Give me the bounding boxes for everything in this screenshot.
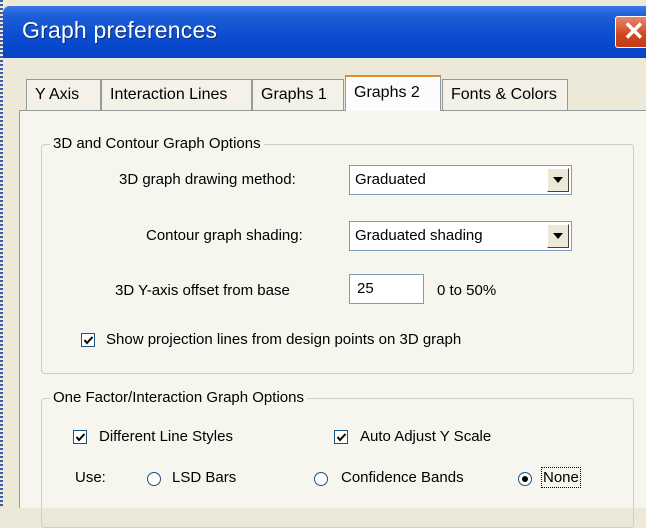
checkmark-icon — [336, 433, 347, 442]
y-offset-label: 3D Y-axis offset from base — [115, 282, 290, 299]
radio-confidence-bands[interactable] — [314, 472, 328, 486]
contour-shading-value: Graduated shading — [355, 227, 483, 244]
drawing-method-value: Graduated — [355, 171, 426, 188]
close-icon: ✕ — [623, 16, 645, 46]
lsd-bars-label[interactable]: LSD Bars — [172, 469, 236, 486]
line-styles-label[interactable]: Different Line Styles — [99, 428, 233, 445]
title-bar[interactable]: Graph preferences ✕ — [3, 6, 646, 58]
group-one-factor-legend: One Factor/Interaction Graph Options — [50, 389, 307, 406]
tab-interaction-lines[interactable]: Interaction Lines — [101, 79, 252, 110]
y-offset-value: 25 — [357, 280, 374, 297]
drawing-method-label: 3D graph drawing method: — [119, 171, 296, 188]
y-offset-range: 0 to 50% — [437, 282, 497, 299]
projection-label[interactable]: Show projection lines from design points… — [106, 331, 461, 348]
line-styles-checkbox[interactable] — [73, 430, 87, 444]
tab-fonts-colors[interactable]: Fonts & Colors — [442, 79, 568, 110]
auto-adjust-label[interactable]: Auto Adjust Y Scale — [360, 428, 491, 445]
checkmark-icon — [83, 336, 94, 345]
checkmark-icon — [75, 433, 86, 442]
close-button[interactable]: ✕ — [615, 16, 646, 48]
drawing-method-select[interactable]: Graduated — [349, 165, 572, 195]
y-offset-field[interactable]: 25 — [349, 274, 424, 304]
confidence-bands-label[interactable]: Confidence Bands — [341, 469, 464, 486]
contour-shading-select[interactable]: Graduated shading — [349, 221, 572, 251]
auto-adjust-checkbox[interactable] — [334, 430, 348, 444]
tab-graphs-2[interactable]: Graphs 2 — [345, 75, 441, 111]
none-label[interactable]: None — [541, 467, 581, 488]
chevron-down-icon[interactable] — [547, 224, 569, 248]
radio-none[interactable] — [518, 472, 532, 486]
radio-selected-dot — [522, 476, 528, 482]
tab-y-axis[interactable]: Y Axis — [26, 79, 101, 110]
window-edge — [0, 0, 3, 508]
contour-shading-label: Contour graph shading: — [146, 227, 303, 244]
group-one-factor — [41, 398, 634, 528]
chevron-down-icon[interactable] — [547, 168, 569, 192]
radio-lsd-bars[interactable] — [147, 472, 161, 486]
use-label: Use: — [75, 469, 106, 486]
tab-graphs-1[interactable]: Graphs 1 — [252, 79, 344, 110]
window-title: Graph preferences — [22, 17, 218, 43]
projection-checkbox[interactable] — [81, 333, 95, 347]
group-3d-legend: 3D and Contour Graph Options — [50, 135, 264, 152]
